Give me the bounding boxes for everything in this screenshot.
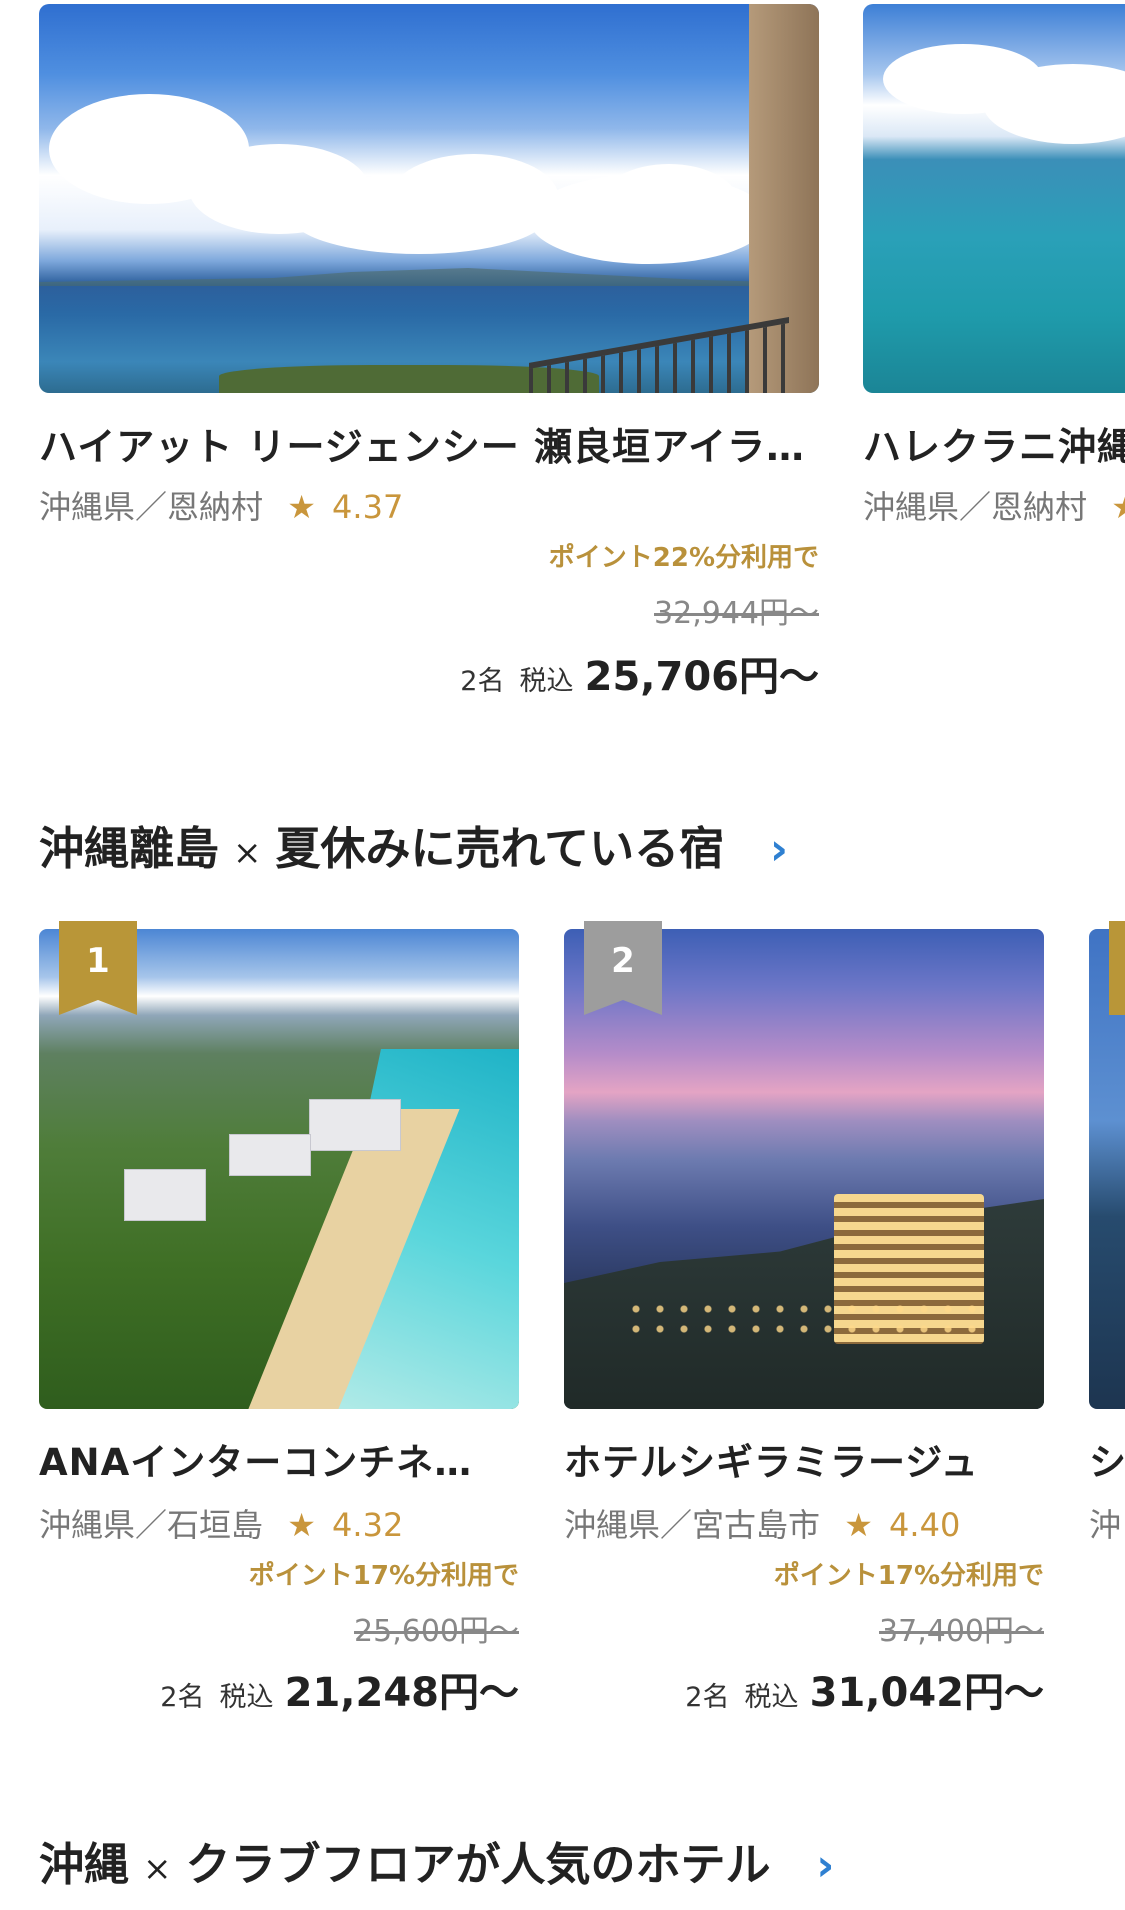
- hotel-location-row: 沖縄県／宮古島市 ★ 4.40: [564, 1500, 960, 1546]
- hotel-name[interactable]: ホテルシギラミラージュ: [564, 1432, 979, 1486]
- hotel-name[interactable]: ANAインターコンチネ…: [39, 1432, 472, 1486]
- original-price: 25,600円〜: [354, 1614, 519, 1649]
- hotel-photo-halekulani[interactable]: [863, 4, 1125, 393]
- hotel-location: 沖縄県／恩納村: [863, 488, 1088, 526]
- section-header-remote-islands[interactable]: 沖縄離島 × 夏休みに売れている宿 ›: [39, 812, 788, 877]
- tax-label: 税込: [519, 666, 574, 697]
- chevron-right-icon[interactable]: ›: [816, 1840, 834, 1891]
- hotel-location-row: 沖縄県／恩納村 ★ 4.37: [39, 482, 403, 528]
- discount-price: 21,248円〜: [284, 1670, 519, 1716]
- chevron-right-icon[interactable]: ›: [770, 824, 788, 875]
- star-icon: ★: [287, 1506, 316, 1544]
- hotel-location: 沖: [1089, 1506, 1122, 1544]
- hotel-location: 沖縄県／恩納村: [39, 488, 264, 526]
- points-note: ポイント22%分利用で: [548, 543, 819, 573]
- hotel-rating: 4.37: [332, 488, 404, 526]
- rank-badge: [1109, 921, 1125, 1015]
- section-title-part2: クラブフロアが人気のホテル: [185, 1838, 771, 1891]
- original-price: 32,944円〜: [654, 596, 819, 631]
- tax-label: 税込: [744, 1682, 799, 1713]
- hotel-location: 沖縄県／宮古島市: [564, 1506, 821, 1544]
- hotel-name[interactable]: ハレクラニ沖縄: [863, 416, 1125, 471]
- section-title-part1: 沖縄離島: [39, 822, 220, 875]
- guest-count: 2名: [160, 1682, 205, 1713]
- price-row: 2名 税込 31,042円〜: [544, 1660, 1044, 1718]
- hotel-location-row: 沖縄県／恩納村 ★: [863, 482, 1125, 528]
- price-row: 2名 税込 21,248円〜: [19, 1660, 519, 1718]
- price-row: 2名 税込 25,706円〜: [319, 644, 819, 702]
- tax-label: 税込: [219, 1682, 274, 1713]
- original-price: 37,400円〜: [879, 1614, 1044, 1649]
- star-icon: ★: [844, 1506, 873, 1544]
- hotel-location: 沖縄県／石垣島: [39, 1506, 264, 1544]
- hotel-name[interactable]: ハイアット リージェンシー 瀬良垣アイラ…: [39, 416, 805, 471]
- hotel-location-row: 沖縄県／石垣島 ★ 4.32: [39, 1500, 403, 1546]
- section-title-sep: ×: [233, 833, 262, 873]
- hotel-name[interactable]: シ: [1089, 1432, 1125, 1486]
- hotel-photo-hyatt[interactable]: [39, 4, 819, 393]
- discount-price: 31,042円〜: [809, 1670, 1044, 1716]
- star-icon: ★: [287, 488, 316, 526]
- hotel-rating: 4.40: [889, 1506, 961, 1544]
- star-icon: ★: [1111, 488, 1125, 526]
- section-header-club-floor[interactable]: 沖縄 × クラブフロアが人気のホテル ›: [39, 1828, 834, 1893]
- section-title-part1: 沖縄: [39, 1838, 130, 1891]
- section-title-part2: 夏休みに売れている宿: [275, 822, 725, 875]
- guest-count: 2名: [460, 666, 505, 697]
- discount-price: 25,706円〜: [584, 654, 819, 700]
- section-title-sep: ×: [143, 1849, 172, 1889]
- points-note: ポイント17%分利用で: [773, 1561, 1044, 1591]
- hotel-rating: 4.32: [332, 1506, 404, 1544]
- points-note: ポイント17%分利用で: [248, 1561, 519, 1591]
- guest-count: 2名: [685, 1682, 730, 1713]
